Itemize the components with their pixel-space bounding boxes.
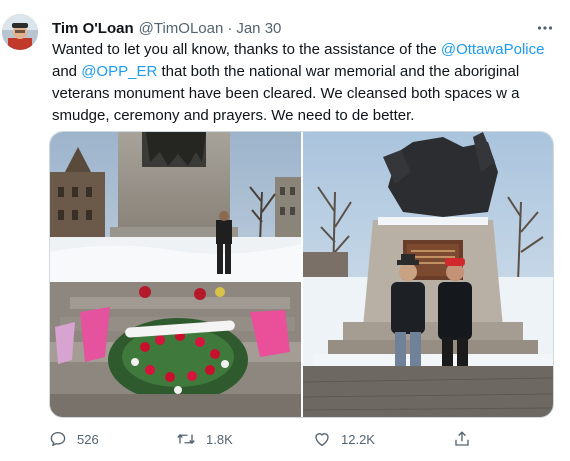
- like-button[interactable]: 12.2K: [313, 427, 375, 451]
- share-icon: [455, 431, 469, 446]
- retweet-count: 1.8K: [206, 431, 233, 447]
- mention-opp-er[interactable]: @OPP_ER: [81, 63, 157, 80]
- more-icon: [537, 26, 553, 30]
- tweet-header: Tim O'Loan @TimOLoan · Jan 30: [52, 18, 281, 38]
- tweet-date[interactable]: Jan 30: [236, 20, 281, 37]
- author-name[interactable]: Tim O'Loan: [52, 20, 134, 37]
- separator-dot: ·: [227, 19, 233, 37]
- avatar[interactable]: [2, 14, 38, 50]
- retweet-button[interactable]: 1.8K: [176, 427, 233, 451]
- photo-aboriginal-veterans-monument[interactable]: [303, 132, 553, 417]
- more-options-button[interactable]: [534, 17, 556, 39]
- share-button[interactable]: [453, 427, 471, 451]
- reply-button[interactable]: 526: [49, 427, 99, 451]
- mention-ottawa-police[interactable]: @OttawaPolice: [441, 41, 545, 58]
- text-segment: that both the national war memorial and …: [157, 63, 520, 80]
- text-segment: Wanted to let you all know, thanks to th…: [52, 41, 441, 58]
- tweet[interactable]: Tim O'Loan @TimOLoan · Jan 30 Wanted to …: [0, 0, 570, 461]
- tweet-actions: 526 1.8K 12.2K: [49, 427, 489, 451]
- author-handle[interactable]: @TimOLoan: [139, 20, 224, 37]
- tweet-text-line-4: smudge, ceremony and prayers. We need to…: [52, 107, 415, 124]
- retweet-icon: [177, 433, 195, 445]
- like-count: 12.2K: [341, 431, 375, 447]
- reply-count: 526: [77, 431, 99, 447]
- tweet-text-line-2: and @OPP_ER that both the national war m…: [52, 61, 552, 83]
- tweet-text-line-1: Wanted to let you all know, thanks to th…: [52, 39, 552, 61]
- reply-icon: [50, 431, 66, 447]
- tweet-text: Wanted to let you all know, thanks to th…: [52, 39, 552, 127]
- text-segment: and: [52, 63, 82, 80]
- tweet-text-line-3: veterans monument have been cleared. We …: [52, 85, 520, 102]
- photo-national-war-memorial[interactable]: [50, 132, 301, 417]
- heart-icon: [315, 433, 329, 447]
- media-grid: [49, 131, 554, 418]
